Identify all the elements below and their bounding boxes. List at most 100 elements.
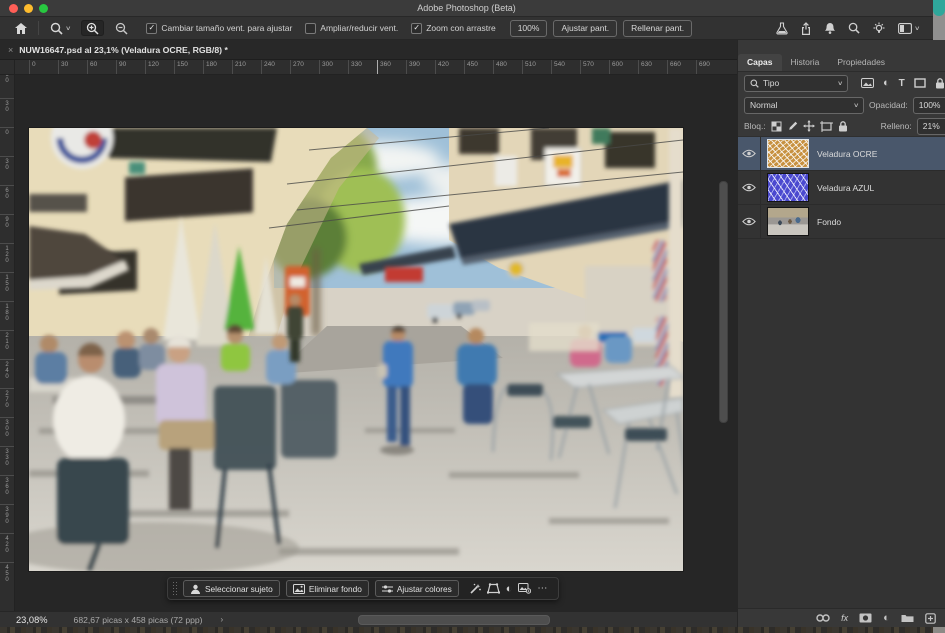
layer-row-veladura-ocre[interactable]: Veladura OCRE: [738, 137, 945, 171]
panel-tabs: Capas Historia Propiedades: [738, 51, 945, 72]
fit-screen-button[interactable]: Ajustar pant.: [553, 20, 617, 37]
share-icon[interactable]: [800, 22, 812, 35]
checkbox-label: Zoom con arrastre: [426, 23, 495, 33]
layer-name[interactable]: Fondo: [817, 217, 841, 227]
chevron-down-icon: ∨: [837, 80, 843, 87]
more-options-icon[interactable]: ⋯: [537, 583, 548, 594]
layer-filter-select[interactable]: Tipo ∨: [744, 75, 848, 92]
ruler-horizontal: 0306090120150180210240270300330360390420…: [14, 60, 737, 75]
desktop-bottom-edge: [0, 627, 933, 633]
search-icon[interactable]: [848, 22, 860, 34]
blend-mode-value: Normal: [750, 100, 777, 110]
chevron-down-icon: ∨: [853, 102, 859, 109]
filter-type-layers-icon[interactable]: T: [899, 78, 905, 89]
ruler-vertical: 6 03 003 06 09 01 2 01 5 01 8 02 1 02 4 …: [0, 74, 15, 611]
eye-icon: [742, 217, 756, 226]
layer-thumbnail[interactable]: [767, 139, 809, 168]
notifications-bell-icon[interactable]: [824, 22, 836, 35]
adjust-colors-label: Ajustar colores: [397, 584, 452, 594]
fill-screen-button[interactable]: Rellenar pant.: [623, 20, 692, 37]
layers-list: Veladura OCRE Veladura AZUL: [738, 137, 945, 608]
remove-background-button[interactable]: Eliminar fondo: [286, 580, 369, 597]
workspace-switcher-icon[interactable]: ∨: [898, 23, 919, 34]
layer-effects-icon[interactable]: fx: [841, 613, 848, 623]
select-subject-button[interactable]: Seleccionar sujeto: [183, 580, 280, 597]
layer-visibility-toggle[interactable]: [738, 137, 761, 170]
fill-select[interactable]: 21% ∨: [917, 118, 945, 135]
ruler-cursor-indicator: [377, 60, 378, 74]
filter-adjustment-layers-icon[interactable]: ◐: [883, 77, 890, 89]
new-layer-icon[interactable]: [925, 613, 936, 624]
lock-transparency-icon[interactable]: [771, 121, 782, 132]
blend-mode-select[interactable]: Normal ∨: [744, 97, 864, 114]
home-icon[interactable]: [10, 20, 32, 36]
beta-flask-icon[interactable]: [776, 22, 788, 35]
canvas-horizontal-scrollbar[interactable]: [358, 615, 550, 625]
document-tab[interactable]: × NUW16647.psd al 23,1% (Veladura OCRE, …: [0, 40, 737, 60]
image-settings-icon[interactable]: [518, 583, 531, 594]
window-title: Adobe Photoshop (Beta): [0, 3, 933, 13]
layer-row-veladura-azul[interactable]: Veladura AZUL: [738, 171, 945, 205]
opacity-select[interactable]: 100% ∨: [913, 97, 945, 114]
zoom-in-button[interactable]: [81, 20, 104, 36]
fill-value: 21%: [923, 121, 940, 131]
lock-pixels-brush-icon[interactable]: [787, 121, 798, 132]
eye-icon: [742, 183, 756, 192]
option-zoom-all-windows-checkbox[interactable]: Ampliar/reducir vent.: [305, 23, 398, 34]
lock-all-icon[interactable]: [838, 121, 848, 132]
adjustment-halfcircle-icon[interactable]: ◐: [506, 583, 513, 595]
magic-wand-icon[interactable]: [469, 583, 481, 595]
zoom-out-button[interactable]: [110, 20, 133, 36]
title-bar: Adobe Photoshop (Beta): [0, 0, 933, 17]
checkbox-label: Cambiar tamaño vent. para ajustar: [161, 23, 292, 33]
transform-icon[interactable]: [487, 583, 500, 594]
layer-visibility-toggle[interactable]: [738, 205, 761, 238]
layer-thumbnail[interactable]: [767, 207, 809, 236]
option-resize-window-checkbox[interactable]: ✓ Cambiar tamaño vent. para ajustar: [146, 23, 292, 34]
option-scrubby-zoom-checkbox[interactable]: ✓ Zoom con arrastre: [411, 23, 495, 34]
layer-name[interactable]: Veladura OCRE: [817, 149, 877, 159]
photoshop-window: Adobe Photoshop (Beta) ∨ ✓ Cambiar tamañ…: [0, 0, 933, 627]
layer-name[interactable]: Veladura AZUL: [817, 183, 874, 193]
opacity-label: Opacidad:: [869, 100, 908, 110]
discover-lightbulb-icon[interactable]: [872, 22, 886, 35]
checkbox-checked-icon: ✓: [146, 23, 157, 34]
canvas-area[interactable]: 0306090120150180210240270300330360390420…: [0, 60, 737, 611]
zoom-percentage[interactable]: 23,08%: [16, 615, 48, 625]
close-tab-icon[interactable]: ×: [8, 45, 13, 55]
layers-panel: » Capas Historia Propiedades Tipo ∨: [737, 40, 945, 627]
document-tab-title: NUW16647.psd al 23,1% (Veladura OCRE, RG…: [19, 45, 228, 55]
canvas-photo[interactable]: [29, 128, 683, 571]
lock-position-icon[interactable]: [803, 120, 815, 132]
link-layers-icon[interactable]: [816, 614, 830, 622]
new-group-folder-icon[interactable]: [901, 613, 914, 623]
canvas-vertical-scrollbar[interactable]: [719, 181, 728, 423]
layer-visibility-toggle[interactable]: [738, 171, 761, 204]
remove-background-label: Eliminar fondo: [309, 584, 362, 594]
image-icon: [293, 584, 305, 594]
checkbox-unchecked-icon: [305, 23, 316, 34]
adjust-colors-button[interactable]: Ajustar colores: [375, 580, 459, 597]
zoom-tool-icon[interactable]: ∨: [45, 20, 75, 36]
document-dimensions: 682,67 picas x 458 picas (72 ppp): [74, 615, 203, 625]
filter-pixel-layers-icon: [861, 78, 874, 88]
zoom-100-button[interactable]: 100%: [510, 20, 548, 37]
add-layer-mask-icon[interactable]: [859, 613, 872, 623]
tab-propiedades[interactable]: Propiedades: [828, 54, 894, 71]
taskbar-drag-handle-icon[interactable]: [172, 581, 177, 596]
new-adjustment-layer-icon[interactable]: ◐: [883, 612, 890, 624]
opacity-value: 100%: [919, 100, 941, 110]
tab-historia[interactable]: Historia: [782, 54, 829, 71]
status-bar: 23,08% 682,67 picas x 458 picas (72 ppp)…: [0, 611, 737, 627]
layer-row-fondo[interactable]: Fondo: [738, 205, 945, 239]
chevron-down-icon: ∨: [65, 25, 71, 32]
lock-artboard-icon[interactable]: [820, 121, 833, 132]
ruler-corner: [0, 60, 15, 75]
layer-thumbnail[interactable]: [767, 173, 809, 202]
tab-capas[interactable]: Capas: [738, 54, 782, 71]
contextual-task-bar[interactable]: Seleccionar sujeto Eliminar fondo Ajusta…: [167, 577, 559, 600]
options-bar: ∨ ✓ Cambiar tamaño vent. para ajustar Am…: [0, 17, 933, 40]
fill-label: Relleno:: [881, 121, 912, 131]
sliders-icon: [382, 584, 393, 594]
status-chevron-icon[interactable]: ›: [221, 615, 224, 624]
